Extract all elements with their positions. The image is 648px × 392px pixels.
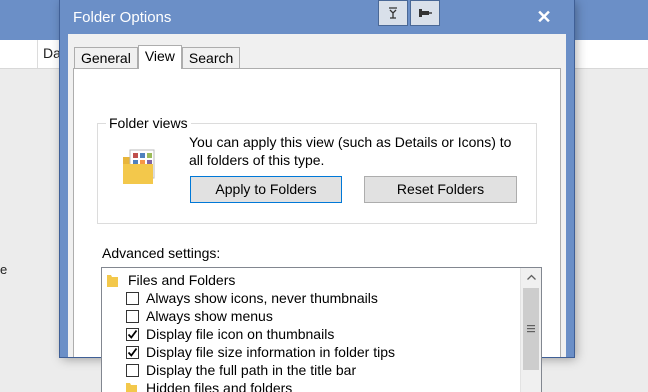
explorer-edge-text: e <box>0 262 7 277</box>
chevron-up-icon <box>527 274 536 280</box>
folder-views-icon <box>121 147 157 187</box>
tab-strip: General View Search <box>74 45 240 69</box>
tree-item-label: Display file size information in folder … <box>146 344 395 360</box>
pin-icon <box>417 6 433 20</box>
window-extra-buttons <box>378 0 442 27</box>
checkbox-unchecked[interactable] <box>126 292 139 305</box>
tab-search[interactable]: Search <box>182 47 240 68</box>
tree-folder-files-and-folders[interactable]: Files and Folders <box>107 271 235 289</box>
advanced-settings-label: Advanced settings: <box>102 245 220 261</box>
explorer-header-edge <box>574 40 648 69</box>
folder-views-description: You can apply this view (such as Details… <box>189 133 529 169</box>
view-tab-pane: Folder views You can apply this view (su… <box>73 68 561 357</box>
minimize-to-tray-button[interactable] <box>378 0 408 26</box>
tree-option-always-show-icons[interactable]: Always show icons, never thumbnails <box>126 289 378 307</box>
close-icon: ✕ <box>536 7 551 28</box>
tree-option-display-file-size[interactable]: Display file size information in folder … <box>126 343 395 361</box>
checkmark-icon <box>127 329 138 340</box>
folder-icon <box>126 382 137 392</box>
collapse-icon <box>386 6 400 20</box>
folder-views-legend: Folder views <box>106 115 191 131</box>
pin-button[interactable] <box>410 0 440 26</box>
scroll-up-button[interactable] <box>521 268 541 286</box>
close-button[interactable]: ✕ <box>525 2 563 32</box>
explorer-nav-pane <box>0 69 60 357</box>
column-date-label[interactable]: Da <box>43 45 61 61</box>
checkbox-unchecked[interactable] <box>126 310 139 323</box>
apply-to-folders-button[interactable]: Apply to Folders <box>190 176 342 203</box>
tree-option-full-path[interactable]: Display the full path in the title bar <box>126 361 356 379</box>
tree-item-label: Always show menus <box>146 308 273 324</box>
reset-folders-button[interactable]: Reset Folders <box>364 176 517 203</box>
tree-folder-hidden-files[interactable]: Hidden files and folders <box>126 379 292 392</box>
advanced-settings-tree[interactable]: Files and Folders Always show icons, nev… <box>101 267 542 392</box>
tree-item-label: Display the full path in the title bar <box>146 362 356 378</box>
tree-item-label: Display file icon on thumbnails <box>146 326 334 342</box>
checkbox-checked[interactable] <box>126 328 139 341</box>
folder-views-group: Folder views You can apply this view (su… <box>97 123 537 224</box>
tree-option-always-show-menus[interactable]: Always show menus <box>126 307 273 325</box>
dialog-client-area: General View Search Folder views <box>68 34 566 357</box>
explorer-content-edge <box>574 40 648 357</box>
column-separator <box>37 40 38 68</box>
grip-icon <box>527 325 535 333</box>
dialog-title: Folder Options <box>73 9 171 26</box>
scroll-thumb[interactable] <box>523 288 539 370</box>
tree-item-label: Files and Folders <box>128 272 235 288</box>
tree-item-label: Hidden files and folders <box>146 380 292 392</box>
tree-scrollbar[interactable] <box>520 268 541 392</box>
tree-item-label: Always show icons, never thumbnails <box>146 290 378 306</box>
folder-icon <box>107 274 118 287</box>
tab-general[interactable]: General <box>74 47 138 68</box>
checkmark-icon <box>127 347 138 358</box>
folder-options-dialog: Folder Options ✕ General View Search Fol… <box>60 0 574 357</box>
checkbox-unchecked[interactable] <box>126 364 139 377</box>
tab-view[interactable]: View <box>138 45 182 69</box>
tree-option-display-file-icon[interactable]: Display file icon on thumbnails <box>126 325 334 343</box>
